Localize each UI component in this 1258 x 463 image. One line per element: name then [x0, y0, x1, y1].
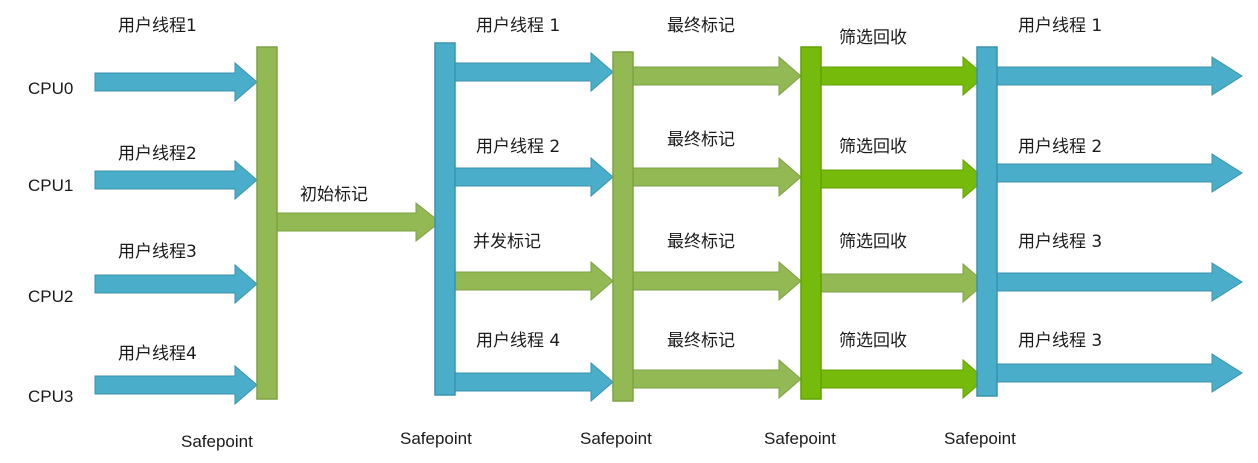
- phase5-arrow-3: [996, 353, 1243, 393]
- phase4-label-1: 筛选回收: [839, 137, 907, 157]
- phase3-arrow-2: [632, 260, 802, 302]
- cpu-label-3: CPU3: [28, 387, 73, 406]
- phase2-arrow-1: [454, 156, 614, 198]
- phase2-label-0: 用户线程 1: [476, 16, 560, 36]
- phase1-arrow-1: [94, 159, 258, 201]
- phase3-label-3: 最终标记: [667, 331, 735, 351]
- phase3-label-0: 最终标记: [667, 16, 735, 36]
- phase2-arrow-0: [454, 51, 614, 93]
- initial-mark-arrow: [276, 201, 441, 243]
- safepoint-label-1: Safepoint: [181, 432, 253, 451]
- phase1-label-2: 用户线程3: [118, 242, 197, 262]
- phase4-label-2: 筛选回收: [839, 232, 907, 252]
- safepoint-label-2: Safepoint: [400, 429, 472, 448]
- safepoint-bar-5: [976, 46, 998, 397]
- safepoint-label-3: Safepoint: [580, 429, 652, 448]
- phase5-label-3: 用户线程 3: [1018, 331, 1102, 351]
- phase5-arrow-1: [996, 153, 1243, 193]
- phase2-arrow-2: [454, 260, 614, 302]
- phase1-label-3: 用户线程4: [118, 344, 197, 364]
- safepoint-bar-2: [434, 42, 456, 396]
- phase5-label-2: 用户线程 3: [1018, 232, 1102, 252]
- phase4-arrow-1: [820, 158, 986, 200]
- phase2-label-2: 并发标记: [473, 232, 541, 252]
- phase4-arrow-0: [820, 55, 986, 97]
- phase5-label-0: 用户线程 1: [1018, 16, 1102, 36]
- phase2-label-3: 用户线程 4: [476, 331, 560, 351]
- safepoint-bar-1: [256, 46, 278, 400]
- phase4-arrow-3: [820, 358, 986, 400]
- safepoint-bar-4: [800, 46, 822, 400]
- safepoint-label-5: Safepoint: [944, 429, 1016, 448]
- cpu-label-0: CPU0: [28, 79, 73, 98]
- safepoint-label-4: Safepoint: [764, 429, 836, 448]
- cpu-label-2: CPU2: [28, 287, 73, 306]
- phase1-arrow-0: [94, 61, 258, 103]
- phase1-label-0: 用户线程1: [118, 16, 197, 36]
- phase3-arrow-1: [632, 156, 802, 198]
- phase5-label-1: 用户线程 2: [1018, 137, 1102, 157]
- cpu-label-1: CPU1: [28, 176, 73, 195]
- phase5-arrow-0: [996, 56, 1243, 96]
- safepoint-bar-3: [612, 51, 634, 402]
- phase3-label-1: 最终标记: [667, 130, 735, 150]
- phase3-arrow-3: [632, 358, 802, 400]
- phase4-label-0: 筛选回收: [839, 28, 907, 48]
- phase3-label-2: 最终标记: [667, 232, 735, 252]
- phase5-arrow-2: [996, 262, 1243, 302]
- phase1-arrow-2: [94, 263, 258, 305]
- phase4-arrow-2: [820, 262, 986, 304]
- gc-phase-diagram: CPU0 CPU1 CPU2 CPU3 用户线程1 用户线程2 用户线程3 用户…: [28, 16, 1243, 451]
- phase2-arrow-3: [454, 361, 614, 403]
- phase1-label-1: 用户线程2: [118, 144, 197, 164]
- phase2-label-1: 用户线程 2: [476, 137, 560, 157]
- phase3-arrow-0: [632, 55, 802, 97]
- phase1-arrow-3: [94, 364, 258, 406]
- initial-mark-label: 初始标记: [300, 185, 368, 205]
- phase4-label-3: 筛选回收: [839, 331, 907, 351]
